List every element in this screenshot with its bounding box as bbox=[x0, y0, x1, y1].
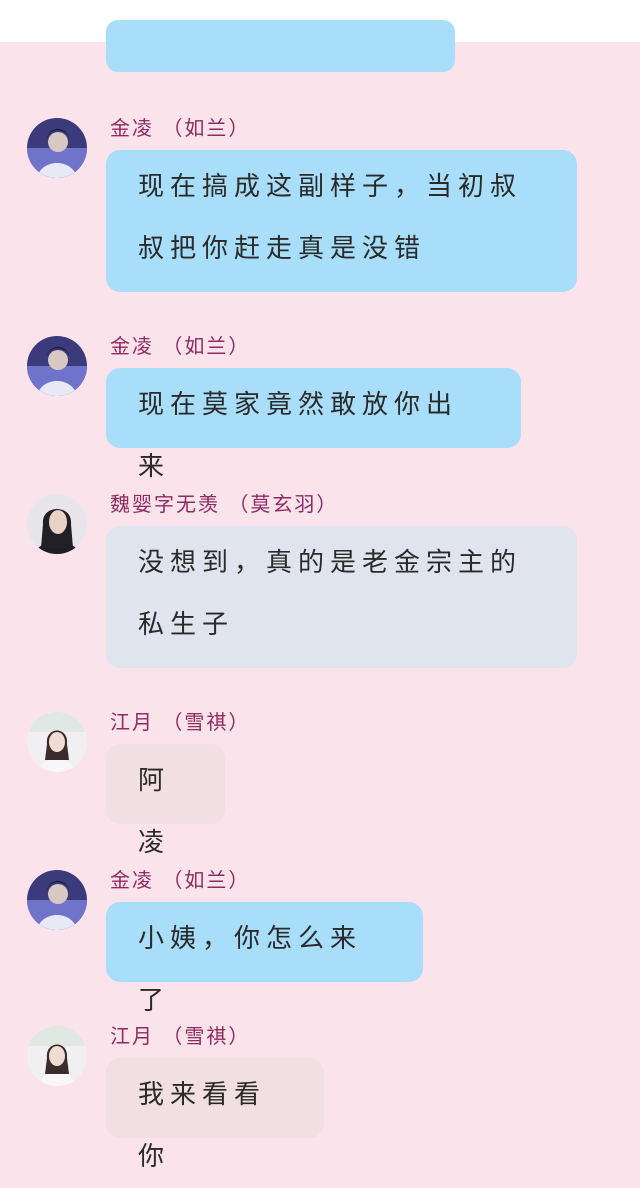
message-bubble[interactable]: 现在莫家竟然敢放你出来 bbox=[106, 368, 521, 482]
message-bubble[interactable]: 阿凌 bbox=[106, 744, 225, 858]
avatar-jinling-icon[interactable] bbox=[27, 336, 87, 396]
message-text: 现在莫家竟然敢放你出来 bbox=[138, 390, 459, 482]
sender-name: 江月 （雪祺） bbox=[110, 1024, 251, 1048]
avatar-weiying-icon[interactable] bbox=[27, 494, 87, 554]
avatar-jiangyue-icon[interactable] bbox=[27, 712, 87, 772]
chat-message: 魏婴字无羡 （莫玄羽） 没想到，真的是老金宗主的私生子 bbox=[0, 488, 640, 668]
sender-name: 江月 （雪祺） bbox=[110, 710, 251, 734]
avatar-jinling-icon[interactable] bbox=[27, 870, 87, 930]
sender-name: 金凌 （如兰） bbox=[110, 334, 251, 358]
message-bubble[interactable]: 小姨，你怎么来了 bbox=[106, 902, 423, 1016]
message-bubble[interactable]: 我来看看你 bbox=[106, 1058, 324, 1172]
message-text: 我来看看你 bbox=[138, 1080, 267, 1172]
chat-message: 江月 （雪祺） 阿凌 bbox=[0, 706, 640, 858]
sender-name: 金凌 （如兰） bbox=[110, 116, 251, 140]
chat-message: 金凌 （如兰） 小姨，你怎么来了 bbox=[0, 864, 640, 1016]
message-text: 现在搞成这副样子，当初叔叔把你赶走真是没错 bbox=[138, 172, 523, 264]
chat-message: 江月 （雪祺） 我来看看你 bbox=[0, 1020, 640, 1172]
previous-message-bubble[interactable] bbox=[106, 20, 455, 72]
sender-name: 魏婴字无羡 （莫玄羽） bbox=[110, 492, 339, 516]
chat-message: 金凌 （如兰） 现在搞成这副样子，当初叔叔把你赶走真是没错 bbox=[0, 112, 640, 292]
sender-name: 金凌 （如兰） bbox=[110, 868, 251, 892]
message-text: 小姨，你怎么来了 bbox=[138, 924, 363, 1016]
message-bubble[interactable]: 没想到，真的是老金宗主的私生子 bbox=[106, 526, 577, 668]
message-text: 阿凌 bbox=[138, 766, 171, 858]
avatar-jiangyue-icon[interactable] bbox=[27, 1026, 87, 1086]
chat-message: 金凌 （如兰） 现在莫家竟然敢放你出来 bbox=[0, 330, 640, 482]
message-text: 没想到，真的是老金宗主的私生子 bbox=[138, 548, 523, 640]
message-bubble[interactable]: 现在搞成这副样子，当初叔叔把你赶走真是没错 bbox=[106, 150, 577, 292]
avatar-jinling-icon[interactable] bbox=[27, 118, 87, 178]
